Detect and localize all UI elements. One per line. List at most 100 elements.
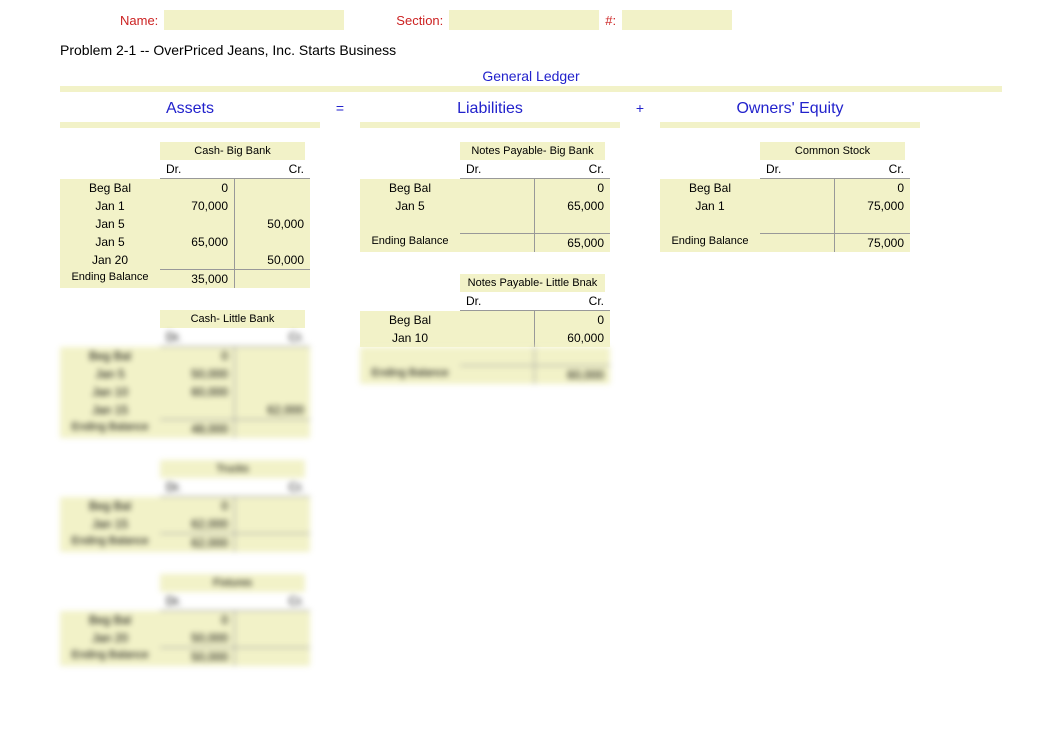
row-cr bbox=[835, 215, 910, 233]
account-title: Notes Payable- Big Bank bbox=[460, 142, 605, 160]
row-dr: 50,000 bbox=[160, 629, 235, 647]
cr-header: Cr. bbox=[235, 478, 310, 497]
row-cr: 65,000 bbox=[535, 197, 610, 215]
row-label: Jan 20 bbox=[60, 629, 160, 647]
cr-header: Cr. bbox=[535, 292, 610, 311]
end-label: Ending Balance bbox=[660, 233, 760, 252]
row-label bbox=[360, 347, 460, 365]
row-cr: 0 bbox=[535, 179, 610, 197]
row-cr: 60,000 bbox=[535, 329, 610, 347]
end-dr: 48,000 bbox=[160, 419, 235, 438]
row-label: Jan 10 bbox=[360, 329, 460, 347]
end-label: Ending Balance bbox=[60, 269, 160, 288]
end-cr bbox=[235, 269, 310, 288]
liabilities-column: Notes Payable- Big Bank Dr.Cr. Beg Bal0 … bbox=[360, 142, 640, 384]
end-label: Ending Balance bbox=[360, 233, 460, 252]
row-dr bbox=[460, 179, 535, 197]
account-title: Notes Payable- Little Bnak bbox=[460, 274, 605, 292]
col-headers: Assets = Liabilities + Owners' Equity bbox=[60, 100, 1002, 118]
end-cr bbox=[235, 419, 310, 438]
row-cr: 0 bbox=[535, 311, 610, 329]
row-dr: 62,000 bbox=[160, 515, 235, 533]
end-label: Ending Balance bbox=[60, 647, 160, 666]
assets-column: Cash- Big Bank Dr.Cr. Beg Bal0 Jan 170,0… bbox=[60, 142, 340, 666]
section-input[interactable] bbox=[449, 10, 599, 30]
row-cr bbox=[535, 215, 610, 233]
end-cr: 65,000 bbox=[535, 233, 610, 252]
row-dr: 65,000 bbox=[160, 233, 235, 251]
row-label: Beg Bal bbox=[60, 611, 160, 629]
row-label: Beg Bal bbox=[60, 497, 160, 515]
row-dr: 0 bbox=[160, 611, 235, 629]
row-dr bbox=[760, 197, 835, 215]
row-cr: 50,000 bbox=[235, 215, 310, 233]
num-label: #: bbox=[605, 13, 616, 28]
row-label: Jan 20 bbox=[60, 251, 160, 269]
t-account-cash-big-bank: Cash- Big Bank Dr.Cr. Beg Bal0 Jan 170,0… bbox=[60, 142, 340, 288]
row-cr bbox=[235, 197, 310, 215]
row-cr bbox=[235, 179, 310, 197]
row-label bbox=[360, 215, 460, 233]
row-dr: 0 bbox=[160, 497, 235, 515]
name-input[interactable] bbox=[164, 10, 344, 30]
row-label: Jan 5 bbox=[60, 365, 160, 383]
end-dr: 50,000 bbox=[160, 647, 235, 666]
row-cr bbox=[235, 497, 310, 515]
row-dr bbox=[460, 311, 535, 329]
end-cr bbox=[235, 647, 310, 666]
end-dr bbox=[460, 365, 535, 384]
row-label: Beg Bal bbox=[60, 347, 160, 365]
row-label: Jan 5 bbox=[60, 233, 160, 251]
row-label: Jan 10 bbox=[60, 383, 160, 401]
end-label: Ending Balance bbox=[360, 365, 460, 384]
row-label: Jan 5 bbox=[360, 197, 460, 215]
header-inputs: Name: Section: #: bbox=[120, 10, 1002, 30]
ledger-body: Cash- Big Bank Dr.Cr. Beg Bal0 Jan 170,0… bbox=[60, 142, 1002, 666]
account-title: Cash- Little Bank bbox=[160, 310, 305, 328]
row-label: Jan 1 bbox=[660, 197, 760, 215]
row-label: Beg Bal bbox=[360, 311, 460, 329]
row-label: Jan 15 bbox=[60, 401, 160, 419]
row-label: Jan 1 bbox=[60, 197, 160, 215]
row-label: Beg Bal bbox=[660, 179, 760, 197]
dr-header: Dr. bbox=[160, 328, 235, 347]
row-dr bbox=[760, 179, 835, 197]
row-cr: 62,000 bbox=[235, 401, 310, 419]
row-dr bbox=[460, 347, 535, 365]
owners-equity-column: Common Stock Dr.Cr. Beg Bal0 Jan 175,000… bbox=[660, 142, 940, 252]
dr-header: Dr. bbox=[160, 160, 235, 179]
account-title: Common Stock bbox=[760, 142, 905, 160]
row-dr bbox=[460, 197, 535, 215]
num-input[interactable] bbox=[622, 10, 732, 30]
account-title: Trucks bbox=[160, 460, 305, 478]
row-cr bbox=[235, 233, 310, 251]
dr-header: Dr. bbox=[160, 592, 235, 611]
end-cr bbox=[235, 533, 310, 552]
row-label bbox=[660, 215, 760, 233]
end-dr: 35,000 bbox=[160, 269, 235, 288]
row-dr bbox=[760, 215, 835, 233]
problem-title: Problem 2-1 -- OverPriced Jeans, Inc. St… bbox=[60, 42, 1002, 58]
name-label: Name: bbox=[120, 13, 158, 28]
row-dr bbox=[460, 215, 535, 233]
dr-header: Dr. bbox=[460, 292, 535, 311]
plus-sign: + bbox=[620, 100, 660, 118]
row-cr bbox=[235, 347, 310, 365]
row-cr bbox=[235, 611, 310, 629]
col-owners-equity: Owners' Equity bbox=[660, 100, 920, 118]
account-title: Cash- Big Bank bbox=[160, 142, 305, 160]
row-dr bbox=[160, 215, 235, 233]
dr-header: Dr. bbox=[460, 160, 535, 179]
end-cr: 60,000 bbox=[535, 365, 610, 384]
col-liabilities: Liabilities bbox=[360, 100, 620, 118]
row-dr: 0 bbox=[160, 179, 235, 197]
end-cr: 75,000 bbox=[835, 233, 910, 252]
cr-header: Cr. bbox=[235, 328, 310, 347]
row-cr: 0 bbox=[835, 179, 910, 197]
row-label: Beg Bal bbox=[360, 179, 460, 197]
t-account-common-stock: Common Stock Dr.Cr. Beg Bal0 Jan 175,000… bbox=[660, 142, 940, 252]
row-cr bbox=[235, 515, 310, 533]
row-label: Beg Bal bbox=[60, 179, 160, 197]
cr-header: Cr. bbox=[235, 160, 310, 179]
end-dr bbox=[760, 233, 835, 252]
